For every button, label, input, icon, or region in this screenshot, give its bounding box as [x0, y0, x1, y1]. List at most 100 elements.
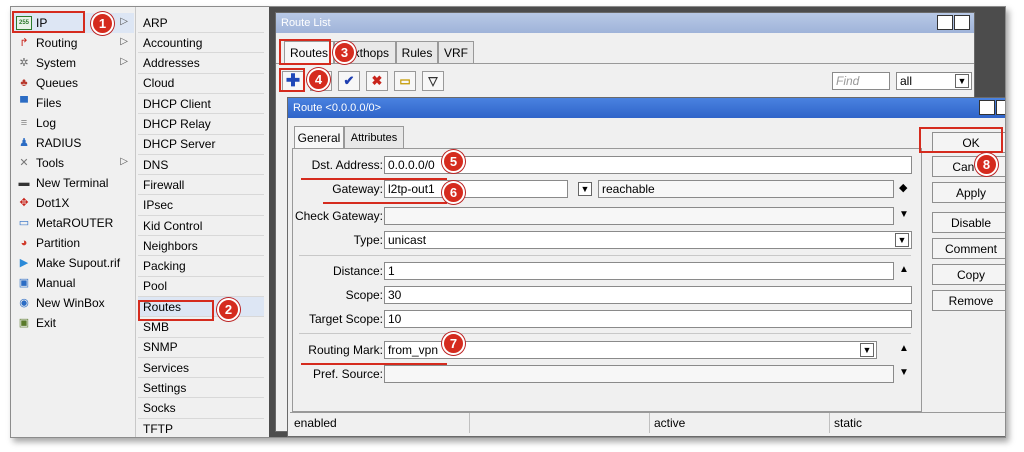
- menu-item-label: RADIUS: [36, 136, 82, 150]
- menu-item-system[interactable]: ✲ System ▷: [14, 53, 134, 73]
- collapse-up-icon[interactable]: ▲: [899, 264, 909, 275]
- ip-submenu-item-services[interactable]: Services: [138, 358, 264, 379]
- main-menu: 255 IP ▷ ↱ Routing ▷ ✲ System ▷ ♣ Queues ▀ Files ≡ Log…: [11, 7, 136, 437]
- comment-button[interactable]: Comment: [932, 238, 1005, 259]
- disable-button[interactable]: ✖: [366, 71, 388, 91]
- highlight-routes-item: [138, 300, 214, 321]
- ip-submenu-item-cloud[interactable]: Cloud: [138, 74, 264, 94]
- ip-submenu-item-packing[interactable]: Packing: [138, 257, 264, 277]
- ip-submenu-item-settings[interactable]: Settings: [138, 378, 264, 399]
- submenu-arrow-icon: ▷: [120, 36, 128, 47]
- target-scope-label: Target Scope:: [308, 312, 383, 326]
- menu-item-partition[interactable]: ◕ Partition: [14, 233, 134, 253]
- menu-item-log[interactable]: ≡ Log: [14, 113, 134, 133]
- filter-select[interactable]: all ▼: [896, 72, 972, 90]
- tab-attributes[interactable]: Attributes: [344, 126, 404, 148]
- restore-icon[interactable]: □: [979, 100, 995, 115]
- tab-rules[interactable]: Rules: [396, 41, 438, 63]
- winbox-window: 255 IP ▷ ↱ Routing ▷ ✲ System ▷ ♣ Queues ▀ Files ≡ Log…: [10, 6, 1006, 438]
- menu-item-make-supout-rif[interactable]: ▶ Make Supout.rif: [14, 253, 134, 273]
- ip-submenu-item-dhcp-client[interactable]: DHCP Client: [138, 94, 264, 115]
- ip-submenu-item-dhcp-relay[interactable]: DHCP Relay: [138, 115, 264, 135]
- apply-button[interactable]: Apply: [932, 182, 1005, 203]
- distance-field[interactable]: 1: [384, 262, 894, 280]
- disable-button[interactable]: Disable: [932, 212, 1005, 233]
- ip-submenu-item-dns[interactable]: DNS: [138, 155, 264, 176]
- chevron-down-icon[interactable]: ▼: [578, 182, 592, 196]
- folder-icon: ▀: [20, 96, 28, 109]
- menu-item-label: MetaROUTER: [36, 216, 114, 230]
- ip-submenu-item-addresses[interactable]: Addresses: [138, 54, 264, 74]
- menu-item-label: Routing: [36, 36, 78, 50]
- metarouter-icon: ▭: [18, 216, 30, 229]
- tab-general[interactable]: General: [294, 126, 344, 148]
- ip-submenu-item-socks[interactable]: Socks: [138, 399, 264, 419]
- type-select[interactable]: unicast ▼: [384, 231, 912, 249]
- tab-vrf[interactable]: VRF: [438, 41, 474, 63]
- menu-item-exit[interactable]: ▣ Exit: [14, 313, 134, 333]
- updown-icon[interactable]: ◆: [899, 181, 907, 194]
- close-icon[interactable]: ✕: [996, 100, 1005, 115]
- ip-submenu-item-accounting[interactable]: Accounting: [138, 33, 264, 54]
- close-icon[interactable]: ✕: [954, 15, 970, 30]
- menu-item-metarouter[interactable]: ▭ MetaROUTER: [14, 213, 134, 233]
- check-gateway-field[interactable]: [384, 207, 894, 225]
- ip-submenu-item-dhcp-server[interactable]: DHCP Server: [138, 135, 264, 155]
- section-divider: [299, 333, 911, 334]
- expand-down-icon[interactable]: ▼: [899, 209, 909, 220]
- chevron-down-icon[interactable]: ▼: [895, 233, 909, 247]
- menu-item-dot1x[interactable]: ✥ Dot1X: [14, 193, 134, 213]
- collapse-up-icon[interactable]: ▲: [899, 343, 909, 354]
- ip-submenu-item-ipsec[interactable]: IPsec: [138, 196, 264, 216]
- copy-button[interactable]: Copy: [932, 264, 1005, 285]
- expand-down-icon[interactable]: ▼: [899, 367, 909, 378]
- menu-item-queues[interactable]: ♣ Queues: [14, 73, 134, 93]
- restore-icon[interactable]: □: [937, 15, 953, 30]
- scope-field[interactable]: 30: [384, 286, 912, 304]
- menu-item-routing[interactable]: ↱ Routing ▷: [14, 33, 134, 53]
- enable-button[interactable]: ✔: [338, 71, 360, 91]
- status-static: static: [834, 416, 863, 430]
- tools-icon: ✕: [19, 156, 29, 169]
- chevron-down-icon[interactable]: ▼: [860, 343, 874, 357]
- menu-item-label: Partition: [36, 236, 81, 250]
- manual-icon: ▣: [18, 276, 30, 289]
- menu-item-new-winbox[interactable]: ◉ New WinBox: [14, 293, 134, 313]
- menu-item-manual[interactable]: ▣ Manual: [14, 273, 134, 293]
- route-edit-titlebar[interactable]: Route <0.0.0.0/0> □ ✕: [288, 98, 1005, 118]
- general-panel: Dst. Address: 0.0.0.0/0 Gateway: l2tp-ou…: [292, 148, 922, 412]
- ip-submenu-item-kid-control[interactable]: Kid Control: [138, 216, 264, 236]
- chevron-down-icon[interactable]: ▼: [955, 74, 969, 88]
- route-edit-title: Route <0.0.0.0/0>: [293, 102, 382, 114]
- submenu-arrow-icon: ▷: [120, 156, 128, 167]
- step-badge-6: 6: [442, 181, 465, 204]
- remove-button[interactable]: Remove: [932, 290, 1005, 311]
- step-badge-7: 7: [442, 332, 465, 355]
- menu-item-radius[interactable]: ♟ RADIUS: [14, 133, 134, 153]
- section-divider: [299, 255, 911, 256]
- route-list-titlebar[interactable]: Route List □ ✕: [276, 13, 974, 33]
- filter-icon[interactable]: ▽: [422, 71, 444, 91]
- find-input[interactable]: Find: [832, 72, 890, 90]
- distance-label: Distance:: [332, 264, 383, 278]
- gateway-field[interactable]: l2tp-out1: [384, 180, 568, 198]
- ip-submenu-item-neighbors[interactable]: Neighbors: [138, 236, 264, 257]
- ip-submenu-item-pool[interactable]: Pool: [138, 277, 264, 297]
- scope-label: Scope:: [345, 288, 383, 302]
- ip-submenu-item-tftp[interactable]: TFTP: [138, 419, 264, 437]
- ip-submenu-item-arp[interactable]: ARP: [138, 13, 264, 33]
- submenu-arrow-icon: ▷: [120, 56, 128, 67]
- menu-item-tools[interactable]: ✕ Tools ▷: [14, 153, 134, 173]
- menu-item-new-terminal[interactable]: ▬ New Terminal: [14, 173, 134, 193]
- comment-icon[interactable]: ▭: [394, 71, 416, 91]
- terminal-icon: ▬: [18, 176, 30, 189]
- queues-icon: ♣: [20, 76, 28, 89]
- ip-submenu-item-snmp[interactable]: SNMP: [138, 338, 264, 358]
- step-badge-1: 1: [91, 12, 114, 35]
- exit-icon: ▣: [18, 316, 30, 329]
- menu-item-files[interactable]: ▀ Files: [14, 93, 134, 113]
- target-scope-field[interactable]: 10: [384, 310, 912, 328]
- pref-source-field[interactable]: [384, 365, 894, 383]
- ip-submenu-item-firewall[interactable]: Firewall: [138, 175, 264, 196]
- type-label: Type:: [353, 233, 383, 247]
